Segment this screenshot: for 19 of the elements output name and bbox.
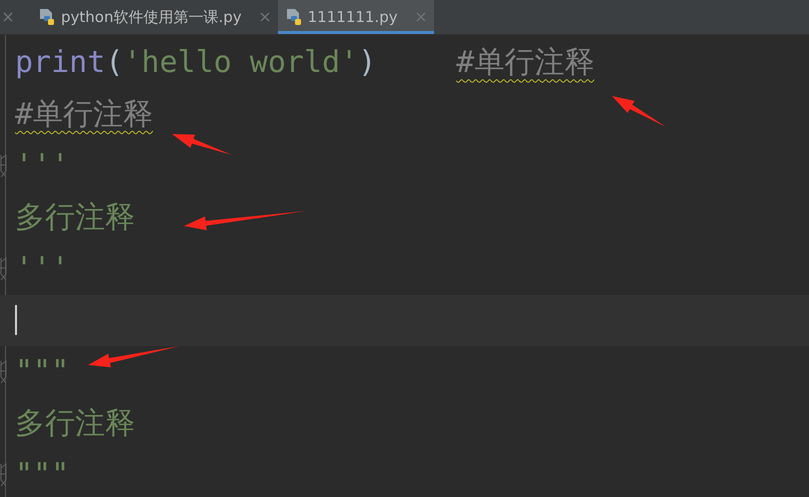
code-string: 'hello world' [123,45,358,80]
code-paren: ) [358,45,376,80]
close-icon[interactable] [260,12,270,22]
editor-tab[interactable]: 1111111.py [278,0,434,34]
close-icon[interactable] [3,12,13,22]
code-paren: ( [105,45,124,80]
python-file-icon [39,8,55,26]
code-keyword: print [15,45,106,80]
editor-tab[interactable]: python软件使用第一课.py [31,0,278,34]
python-file-icon [286,8,302,26]
close-icon[interactable] [416,12,426,22]
code-string: """ [15,457,70,492]
code-comment: #单行注释 [456,44,594,82]
code-string: ''' [15,251,70,286]
code-string: 多行注释 [15,198,135,237]
code-string: 多行注释 [15,404,135,443]
code-string: ''' [15,148,70,184]
code-comment: #单行注释 [15,96,154,134]
code-string: """ [15,354,70,390]
